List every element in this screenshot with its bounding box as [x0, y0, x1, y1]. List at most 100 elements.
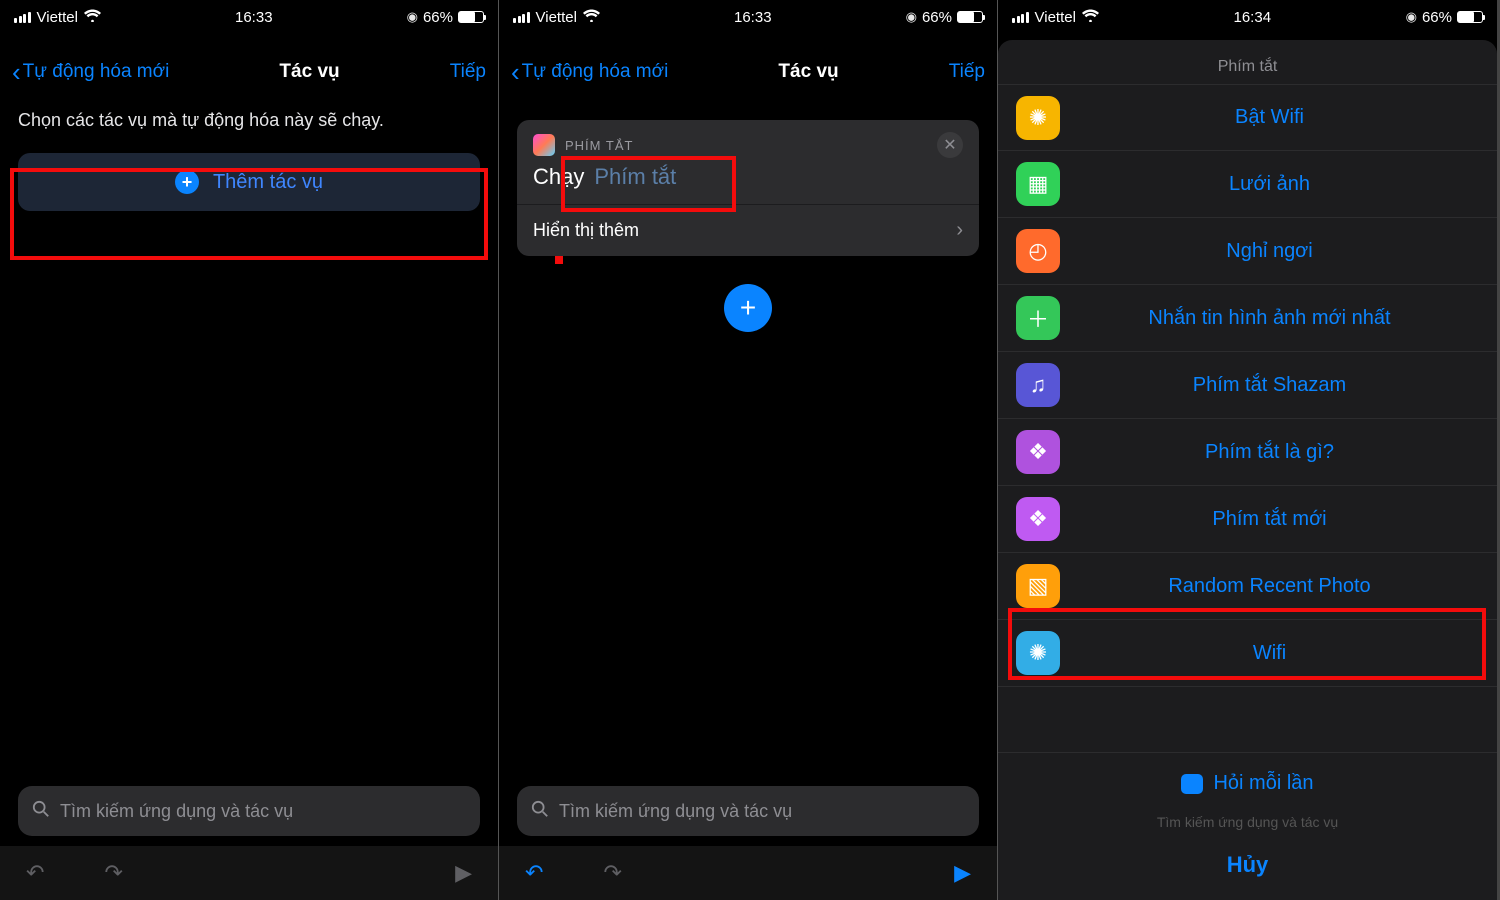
clock: 16:33 [235, 9, 273, 26]
location-icon: ◉ [407, 9, 418, 25]
plus-circle-icon: + [175, 170, 199, 194]
nav-bar: ‹ Tự động hóa mới Tác vụ Tiếp [499, 34, 997, 110]
shortcut-label: Lưới ảnh [1060, 173, 1479, 196]
redo-button[interactable]: ↷ [603, 860, 621, 886]
shortcut-row[interactable]: ❖Phím tắt mới [998, 486, 1497, 553]
shortcut-icon: ✺ [1016, 631, 1060, 675]
add-action-button[interactable]: + Thêm tác vụ [18, 153, 480, 211]
carrier-label: Viettel [37, 9, 78, 26]
ask-each-time-button[interactable]: Hỏi mỗi lần [998, 752, 1497, 814]
run-button[interactable]: ▶ [455, 860, 472, 886]
search-field[interactable]: Tìm kiếm ứng dụng và tác vụ [18, 786, 480, 836]
shortcut-label: Wifi [1060, 642, 1479, 665]
undo-button[interactable]: ↶ [525, 860, 543, 886]
shortcut-label: Nhắn tin hình ảnh mới nhất [1060, 307, 1479, 330]
chevron-left-icon: ‹ [511, 59, 520, 85]
toolbar: ↶ ↷ ▶ [499, 846, 997, 900]
shortcut-icon: ♫ [1016, 363, 1060, 407]
shortcut-label: Phím tắt là gì? [1060, 441, 1479, 464]
wifi-icon [583, 9, 600, 26]
shortcut-label: Nghỉ ngơi [1060, 240, 1479, 263]
battery-percent: 66% [922, 9, 952, 26]
battery-icon [957, 11, 983, 23]
back-label: Tự động hóa mới [522, 61, 669, 83]
wifi-icon [84, 9, 101, 26]
back-button[interactable]: ‹ Tự động hóa mới [12, 59, 169, 85]
nav-bar: ‹ Tự động hóa mới Tác vụ Tiếp [0, 34, 498, 110]
screen-1: Viettel 16:33 ◉ 66% ‹ Tự động hóa mới Tá… [0, 0, 499, 900]
status-bar: Viettel 16:33 ◉ 66% [499, 0, 997, 34]
carrier-label: Viettel [536, 9, 577, 26]
add-action-label: Thêm tác vụ [213, 171, 323, 194]
shortcut-icon: ◴ [1016, 229, 1060, 273]
shortcut-row[interactable]: ◴Nghỉ ngơi [998, 218, 1497, 285]
shortcut-row[interactable]: ♫Phím tắt Shazam [998, 352, 1497, 419]
clock: 16:33 [734, 9, 772, 26]
wifi-icon [1082, 9, 1099, 26]
shortcut-label: Random Recent Photo [1060, 575, 1479, 598]
page-title: Tác vụ [778, 61, 838, 83]
shortcut-row[interactable]: ✺Wifi [998, 620, 1497, 687]
carrier-label: Viettel [1035, 9, 1076, 26]
run-shortcut-card: PHÍM TẮT ✕ Chạy Phím tắt Hiển thị thêm › [517, 120, 979, 256]
shortcut-icon: ▦ [1016, 162, 1060, 206]
shortcut-picker[interactable]: Phím tắt [594, 164, 676, 190]
battery-icon [458, 11, 484, 23]
shortcut-label: Phím tắt mới [1060, 508, 1479, 531]
shortcut-icon: ✺ [1016, 96, 1060, 140]
search-icon [531, 800, 549, 823]
shortcut-row[interactable]: ❖Phím tắt là gì? [998, 419, 1497, 486]
page-title: Tác vụ [279, 61, 339, 83]
next-button[interactable]: Tiếp [450, 61, 486, 83]
shortcut-icon: ▧ [1016, 564, 1060, 608]
shortcut-icon: ❖ [1016, 430, 1060, 474]
card-header: PHÍM TẮT [565, 138, 633, 153]
ask-each-time-label: Hỏi mỗi lần [1213, 772, 1313, 795]
battery-percent: 66% [1422, 9, 1452, 26]
battery-percent: 66% [423, 9, 453, 26]
screen-3: Viettel 16:34 ◉ 66% Phím tắt ✺Bật Wifi▦L… [998, 0, 1497, 900]
show-more-row[interactable]: Hiển thị thêm › [517, 204, 979, 256]
back-label: Tự động hóa mới [23, 61, 170, 83]
shortcut-label: Phím tắt Shazam [1060, 374, 1479, 397]
signal-icon [1012, 12, 1029, 23]
battery-icon [1457, 11, 1483, 23]
ask-icon [1181, 774, 1203, 794]
shortcut-row[interactable]: ▦Lưới ảnh [998, 151, 1497, 218]
next-button[interactable]: Tiếp [949, 61, 985, 83]
chevron-left-icon: ‹ [12, 59, 21, 85]
signal-icon [14, 12, 31, 23]
show-more-label: Hiển thị thêm [533, 220, 639, 241]
location-icon: ◉ [906, 9, 917, 25]
remove-action-button[interactable]: ✕ [937, 132, 963, 158]
status-bar: Viettel 16:33 ◉ 66% [0, 0, 498, 34]
shortcut-icon: ＋ [1016, 296, 1060, 340]
back-button[interactable]: ‹ Tự động hóa mới [511, 59, 668, 85]
signal-icon [513, 12, 530, 23]
run-button[interactable]: ▶ [954, 860, 971, 886]
shortcut-list: ✺Bật Wifi▦Lưới ảnh◴Nghỉ ngơi＋Nhắn tin hì… [998, 84, 1497, 746]
shortcut-row[interactable]: ▧Random Recent Photo [998, 553, 1497, 620]
toolbar: ↶ ↷ ▶ [0, 846, 498, 900]
status-bar: Viettel 16:34 ◉ 66% [998, 0, 1497, 34]
sheet-title: Phím tắt [998, 40, 1497, 84]
clock: 16:34 [1234, 9, 1272, 26]
shortcut-row[interactable]: ✺Bật Wifi [998, 84, 1497, 151]
search-placeholder: Tìm kiếm ứng dụng và tác vụ [559, 801, 792, 822]
search-field[interactable]: Tìm kiếm ứng dụng và tác vụ [517, 786, 979, 836]
screen-2: Viettel 16:33 ◉ 66% ‹ Tự động hóa mới Tá… [499, 0, 998, 900]
shortcut-row[interactable]: ＋Nhắn tin hình ảnh mới nhất [998, 285, 1497, 352]
cancel-button[interactable]: Hủy [998, 834, 1497, 900]
shortcut-label: Bật Wifi [1060, 106, 1479, 129]
shortcuts-app-icon [533, 134, 555, 156]
search-icon [32, 800, 50, 823]
chevron-right-icon: › [956, 219, 963, 242]
redo-button[interactable]: ↷ [104, 860, 122, 886]
undo-button[interactable]: ↶ [26, 860, 44, 886]
add-action-fab[interactable]: + [724, 284, 772, 332]
shortcut-picker-sheet: Phím tắt ✺Bật Wifi▦Lưới ảnh◴Nghỉ ngơi＋Nh… [998, 40, 1497, 900]
subtitle: Chọn các tác vụ mà tự động hóa này sẽ ch… [0, 110, 498, 153]
shortcut-icon: ❖ [1016, 497, 1060, 541]
search-placeholder: Tìm kiếm ứng dụng và tác vụ [60, 801, 293, 822]
dimmed-hint: Tìm kiếm ứng dụng và tác vụ [998, 814, 1497, 834]
